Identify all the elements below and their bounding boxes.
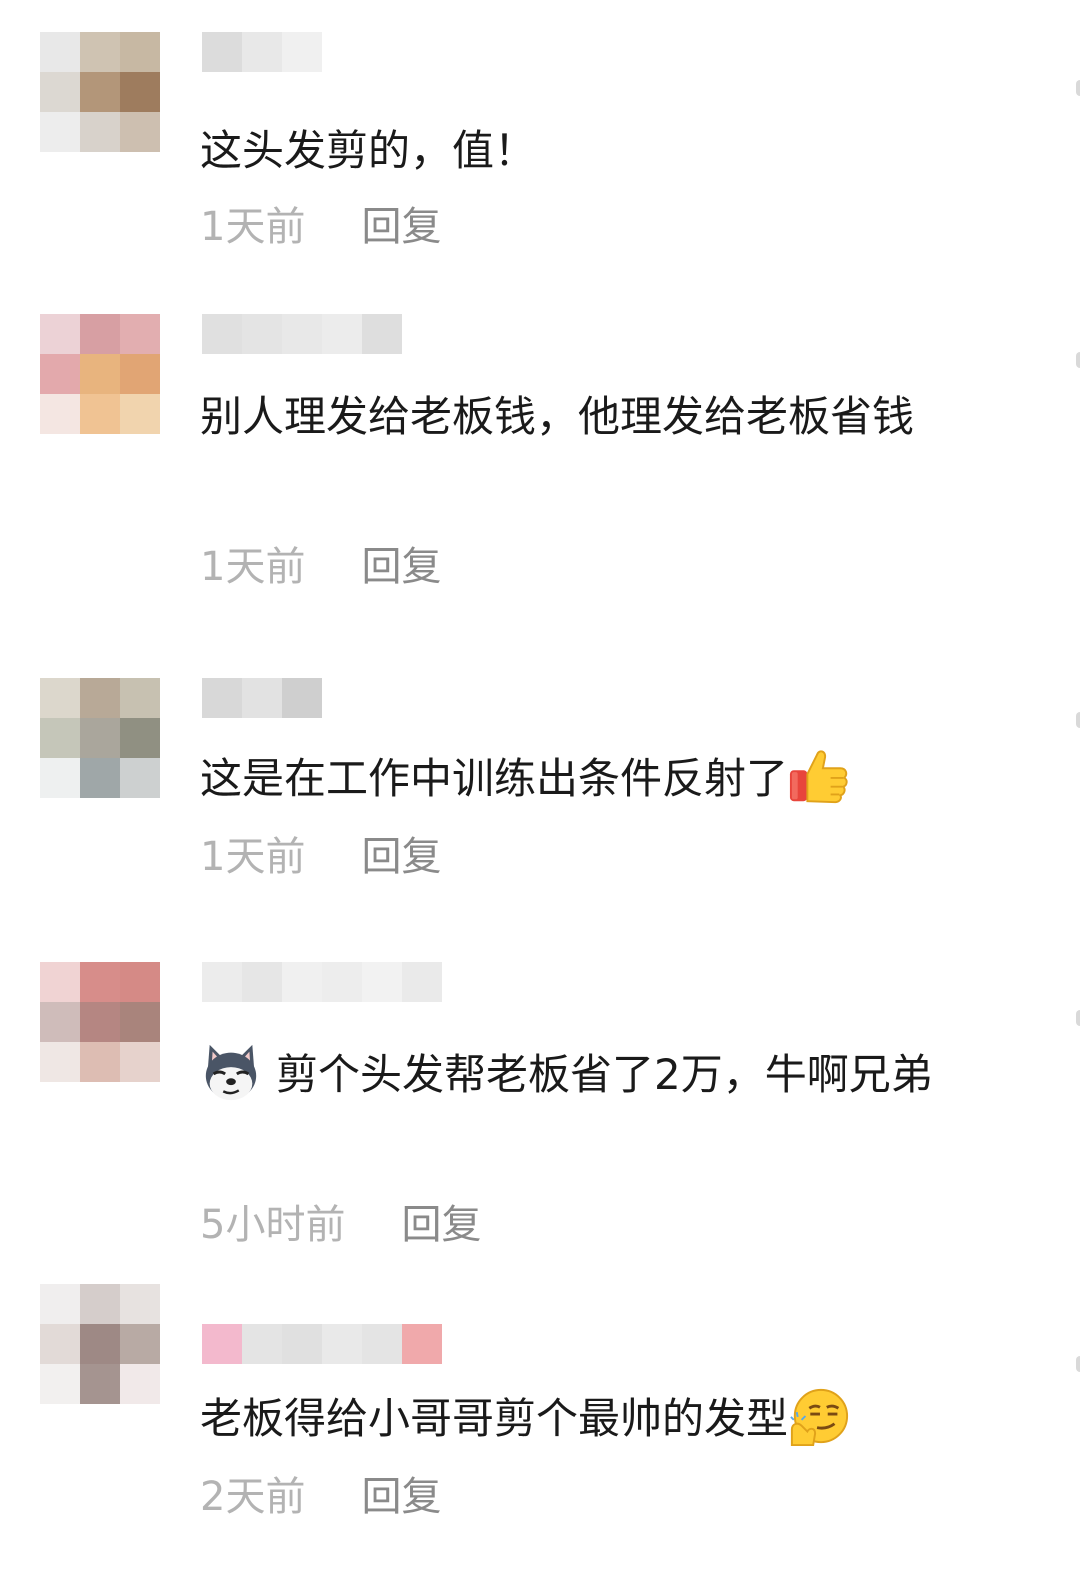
comment-text: 剪个头发帮老板省了2万，牛啊兄弟 <box>200 1038 1010 1112</box>
comment-text-content: 别人理发给老板钱，他理发给老板省钱 <box>200 392 915 441</box>
username-blurred[interactable] <box>202 32 322 72</box>
edge-marker <box>1076 1356 1080 1372</box>
comment-time: 2天前 <box>200 1474 306 1520</box>
edge-marker <box>1076 352 1080 368</box>
avatar[interactable] <box>40 1284 160 1404</box>
edge-marker <box>1076 712 1080 728</box>
comment-meta: 1天前 回复 <box>200 542 441 592</box>
reply-button[interactable]: 回复 <box>361 544 441 590</box>
reply-button[interactable]: 回复 <box>361 204 441 250</box>
thumbs-up-icon <box>789 750 848 804</box>
comment-text-content: 这是在工作中训练出条件反射了 <box>200 754 789 803</box>
comment-text-content: 老板得给小哥哥剪个最帅的发型 <box>200 1394 789 1443</box>
comment-time: 1天前 <box>200 544 306 590</box>
comment-meta: 1天前 回复 <box>200 832 441 882</box>
reply-button[interactable]: 回复 <box>361 1474 441 1520</box>
comment-time: 5小时前 <box>200 1202 346 1248</box>
edge-marker <box>1076 80 1080 96</box>
comment-text-content: 这头发剪的，值！ <box>200 126 537 175</box>
comment-meta: 2天前 回复 <box>200 1472 441 1522</box>
username-blurred[interactable] <box>202 962 442 1002</box>
username-blurred[interactable] <box>202 1324 442 1364</box>
username-blurred[interactable] <box>202 314 402 354</box>
comment-text: 这是在工作中训练出条件反射了 <box>200 742 1010 816</box>
doge-icon <box>205 1044 257 1101</box>
comment-meta: 5小时前 回复 <box>200 1200 481 1250</box>
comment-time: 1天前 <box>200 204 306 250</box>
comment-screen: { "comments": [ { "text": "这头发剪的，值！", "t… <box>0 0 1080 1569</box>
avatar[interactable] <box>40 32 160 152</box>
comment-text-content: 剪个头发帮老板省了2万，牛啊兄弟 <box>276 1050 933 1099</box>
avatar[interactable] <box>40 314 160 434</box>
avatar[interactable] <box>40 962 160 1082</box>
comment-text: 别人理发给老板钱，他理发给老板省钱 <box>200 380 1010 454</box>
edge-marker <box>1076 1010 1080 1026</box>
comment-text: 这头发剪的，值！ <box>200 114 1010 188</box>
reply-button[interactable]: 回复 <box>361 834 441 880</box>
reply-button[interactable]: 回复 <box>401 1202 481 1248</box>
comment-text: 老板得给小哥哥剪个最帅的发型 <box>200 1382 1010 1456</box>
smirk-thinking-icon <box>790 1388 849 1447</box>
comment-time: 1天前 <box>200 834 306 880</box>
avatar[interactable] <box>40 678 160 798</box>
username-blurred[interactable] <box>202 678 322 718</box>
comment-meta: 1天前 回复 <box>200 202 441 252</box>
